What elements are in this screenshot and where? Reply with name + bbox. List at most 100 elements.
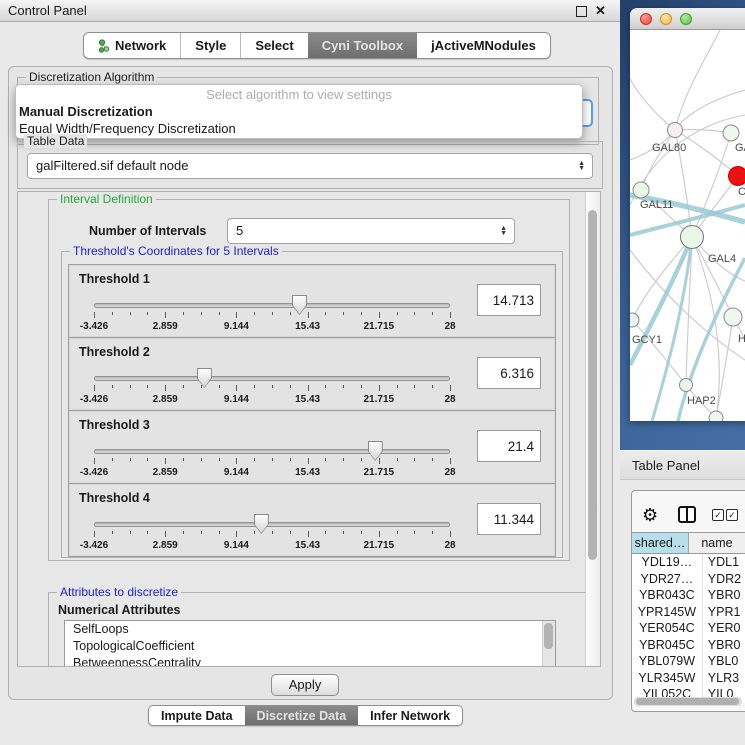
slider-rail[interactable] bbox=[94, 303, 450, 308]
bottom-tab-impute-data[interactable]: Impute Data bbox=[149, 706, 245, 725]
list-scrollbar[interactable] bbox=[542, 621, 555, 666]
tick-label: 28 bbox=[444, 321, 455, 332]
attribute-list-item[interactable]: SelfLoops bbox=[65, 621, 555, 638]
tick-mark bbox=[308, 458, 309, 464]
tick-mark bbox=[94, 531, 95, 537]
threshold-row: Threshold 2-3.4262.8599.14415.4321.71528… bbox=[68, 337, 556, 411]
tick-label: 28 bbox=[444, 540, 455, 551]
tab-label: Style bbox=[195, 38, 226, 53]
column-header-name[interactable]: name bbox=[689, 533, 745, 553]
tick-mark bbox=[290, 458, 291, 461]
float-window-icon[interactable] bbox=[576, 6, 587, 17]
threshold-label: Threshold 1 bbox=[79, 272, 150, 286]
zoom-traffic-light-icon[interactable] bbox=[680, 13, 692, 25]
list-scrollbar-thumb[interactable] bbox=[544, 623, 553, 649]
tick-mark bbox=[236, 458, 237, 464]
node-label: GAL11 bbox=[640, 199, 673, 211]
tick-mark bbox=[414, 385, 415, 388]
tab-select[interactable]: Select bbox=[240, 33, 307, 58]
attribute-list-item[interactable]: BetweennessCentrality bbox=[65, 655, 555, 667]
table-header-row: shared… name bbox=[632, 532, 745, 554]
checkbox-icon[interactable]: ✓ bbox=[712, 509, 724, 521]
tick-mark bbox=[201, 458, 202, 461]
table-scrollbar-thumb[interactable] bbox=[636, 698, 739, 705]
dropdown-option-equal-width[interactable]: Equal Width/Frequency Discretization bbox=[16, 120, 582, 137]
tick-label: 9.144 bbox=[224, 394, 249, 405]
bottom-tab-discretize-data[interactable]: Discretize Data bbox=[245, 706, 359, 725]
table-row[interactable]: YBL079WYBL0 bbox=[632, 653, 745, 670]
tick-mark bbox=[290, 312, 291, 315]
combobox-stepper-icon: ▲▼ bbox=[578, 161, 585, 171]
close-traffic-light-icon[interactable] bbox=[640, 13, 652, 25]
spinner-stepper-icon: ▲▼ bbox=[500, 226, 507, 236]
interval-definition-group: Interval Definition Number of Intervals … bbox=[48, 199, 570, 561]
tick-label: -3.426 bbox=[80, 394, 108, 405]
table-row[interactable]: YPR145WYPR1 bbox=[632, 604, 745, 621]
gear-icon[interactable]: ⚙ bbox=[642, 504, 658, 526]
checkbox-icon[interactable]: ✓ bbox=[726, 509, 738, 521]
slider-ticks bbox=[94, 458, 450, 466]
network-window: GAL80 GA GAL11 C GAL4 GCY1 H HAP2 bbox=[630, 8, 745, 421]
threshold-slider[interactable]: -3.4262.8599.14415.4321.71528 bbox=[94, 514, 450, 554]
tick-label: 2.859 bbox=[153, 321, 178, 332]
threshold-slider[interactable]: -3.4262.8599.14415.4321.71528 bbox=[94, 368, 450, 408]
tick-mark bbox=[272, 312, 273, 315]
bottom-tab-infer-network[interactable]: Infer Network bbox=[358, 706, 462, 725]
slider-rail[interactable] bbox=[94, 522, 450, 527]
slider-rail[interactable] bbox=[94, 449, 450, 454]
panel-scrollbar-thumb[interactable] bbox=[588, 210, 597, 560]
threshold-value-field[interactable]: 6.316 bbox=[477, 357, 541, 389]
dropdown-option-manual[interactable]: Manual Discretization bbox=[16, 103, 582, 120]
slider-ticks bbox=[94, 531, 450, 539]
tab-network[interactable]: Network bbox=[84, 33, 180, 58]
group-label: Attributes to discretize bbox=[57, 585, 181, 599]
close-icon[interactable]: ✕ bbox=[595, 2, 606, 20]
tick-label: 9.144 bbox=[224, 321, 249, 332]
threshold-value-field[interactable]: 21.4 bbox=[477, 430, 541, 462]
table-row[interactable]: YBR043CYBR0 bbox=[632, 587, 745, 604]
minimize-traffic-light-icon[interactable] bbox=[660, 13, 672, 25]
table-row[interactable]: YER054CYER0 bbox=[632, 620, 745, 637]
tick-mark bbox=[183, 385, 184, 388]
table-row[interactable]: YDR27…YDR2 bbox=[632, 571, 745, 588]
threshold-value-field[interactable]: 14.713 bbox=[477, 284, 541, 316]
threshold-slider[interactable]: -3.4262.8599.14415.4321.71528 bbox=[94, 441, 450, 481]
split-columns-icon[interactable] bbox=[678, 506, 696, 523]
threshold-slider[interactable]: -3.4262.8599.14415.4321.71528 bbox=[94, 295, 450, 335]
attribute-list-item[interactable]: TopologicalCoefficient bbox=[65, 638, 555, 655]
number-of-intervals-label: Number of Intervals bbox=[89, 224, 206, 238]
tick-mark bbox=[147, 458, 148, 461]
tab-cyni-toolbox[interactable]: Cyni Toolbox bbox=[308, 33, 417, 58]
tick-mark bbox=[325, 531, 326, 534]
panel-scrollbar[interactable] bbox=[585, 192, 600, 666]
table-data-combobox[interactable]: galFiltered.sif default node ▲▼ bbox=[27, 153, 593, 179]
group-label: Discretization Algorithm bbox=[26, 70, 157, 84]
apply-button[interactable]: Apply bbox=[271, 674, 339, 696]
slider-tick-labels: -3.4262.8599.14415.4321.71528 bbox=[94, 467, 450, 479]
slider-rail[interactable] bbox=[94, 376, 450, 381]
threshold-value-field[interactable]: 11.344 bbox=[477, 503, 541, 535]
node-bottom bbox=[709, 411, 723, 421]
column-header-shared-name[interactable]: shared… bbox=[632, 533, 689, 553]
table-data-value: galFiltered.sif default node bbox=[36, 158, 188, 173]
network-canvas[interactable]: GAL80 GA GAL11 C GAL4 GCY1 H HAP2 bbox=[630, 30, 745, 421]
slider-tick-labels: -3.4262.8599.14415.4321.71528 bbox=[94, 321, 450, 333]
group-label: Interval Definition bbox=[57, 192, 156, 206]
group-label: Table Data bbox=[24, 134, 87, 148]
table-row[interactable]: YDL19…YDL1 bbox=[632, 554, 745, 571]
tick-mark bbox=[254, 385, 255, 388]
table-row[interactable]: YBR045CYBR0 bbox=[632, 637, 745, 654]
tick-label: 9.144 bbox=[224, 540, 249, 551]
table-row[interactable]: YLR345WYLR3 bbox=[632, 670, 745, 687]
tab-jactivemnodules[interactable]: jActiveMNodules bbox=[417, 33, 550, 58]
tab-style[interactable]: Style bbox=[180, 33, 240, 58]
tick-mark bbox=[450, 312, 451, 318]
tick-label: 15.43 bbox=[295, 540, 320, 551]
tick-mark bbox=[379, 385, 380, 391]
panel-title: Control Panel bbox=[8, 3, 87, 18]
table-horizontal-scrollbar[interactable] bbox=[634, 697, 742, 706]
tick-label: 21.715 bbox=[364, 467, 395, 478]
network-icon bbox=[98, 39, 110, 53]
numerical-attributes-list[interactable]: SelfLoopsTopologicalCoefficientBetweenne… bbox=[64, 620, 556, 667]
number-of-intervals-spinner[interactable]: 5 ▲▼ bbox=[227, 218, 515, 244]
